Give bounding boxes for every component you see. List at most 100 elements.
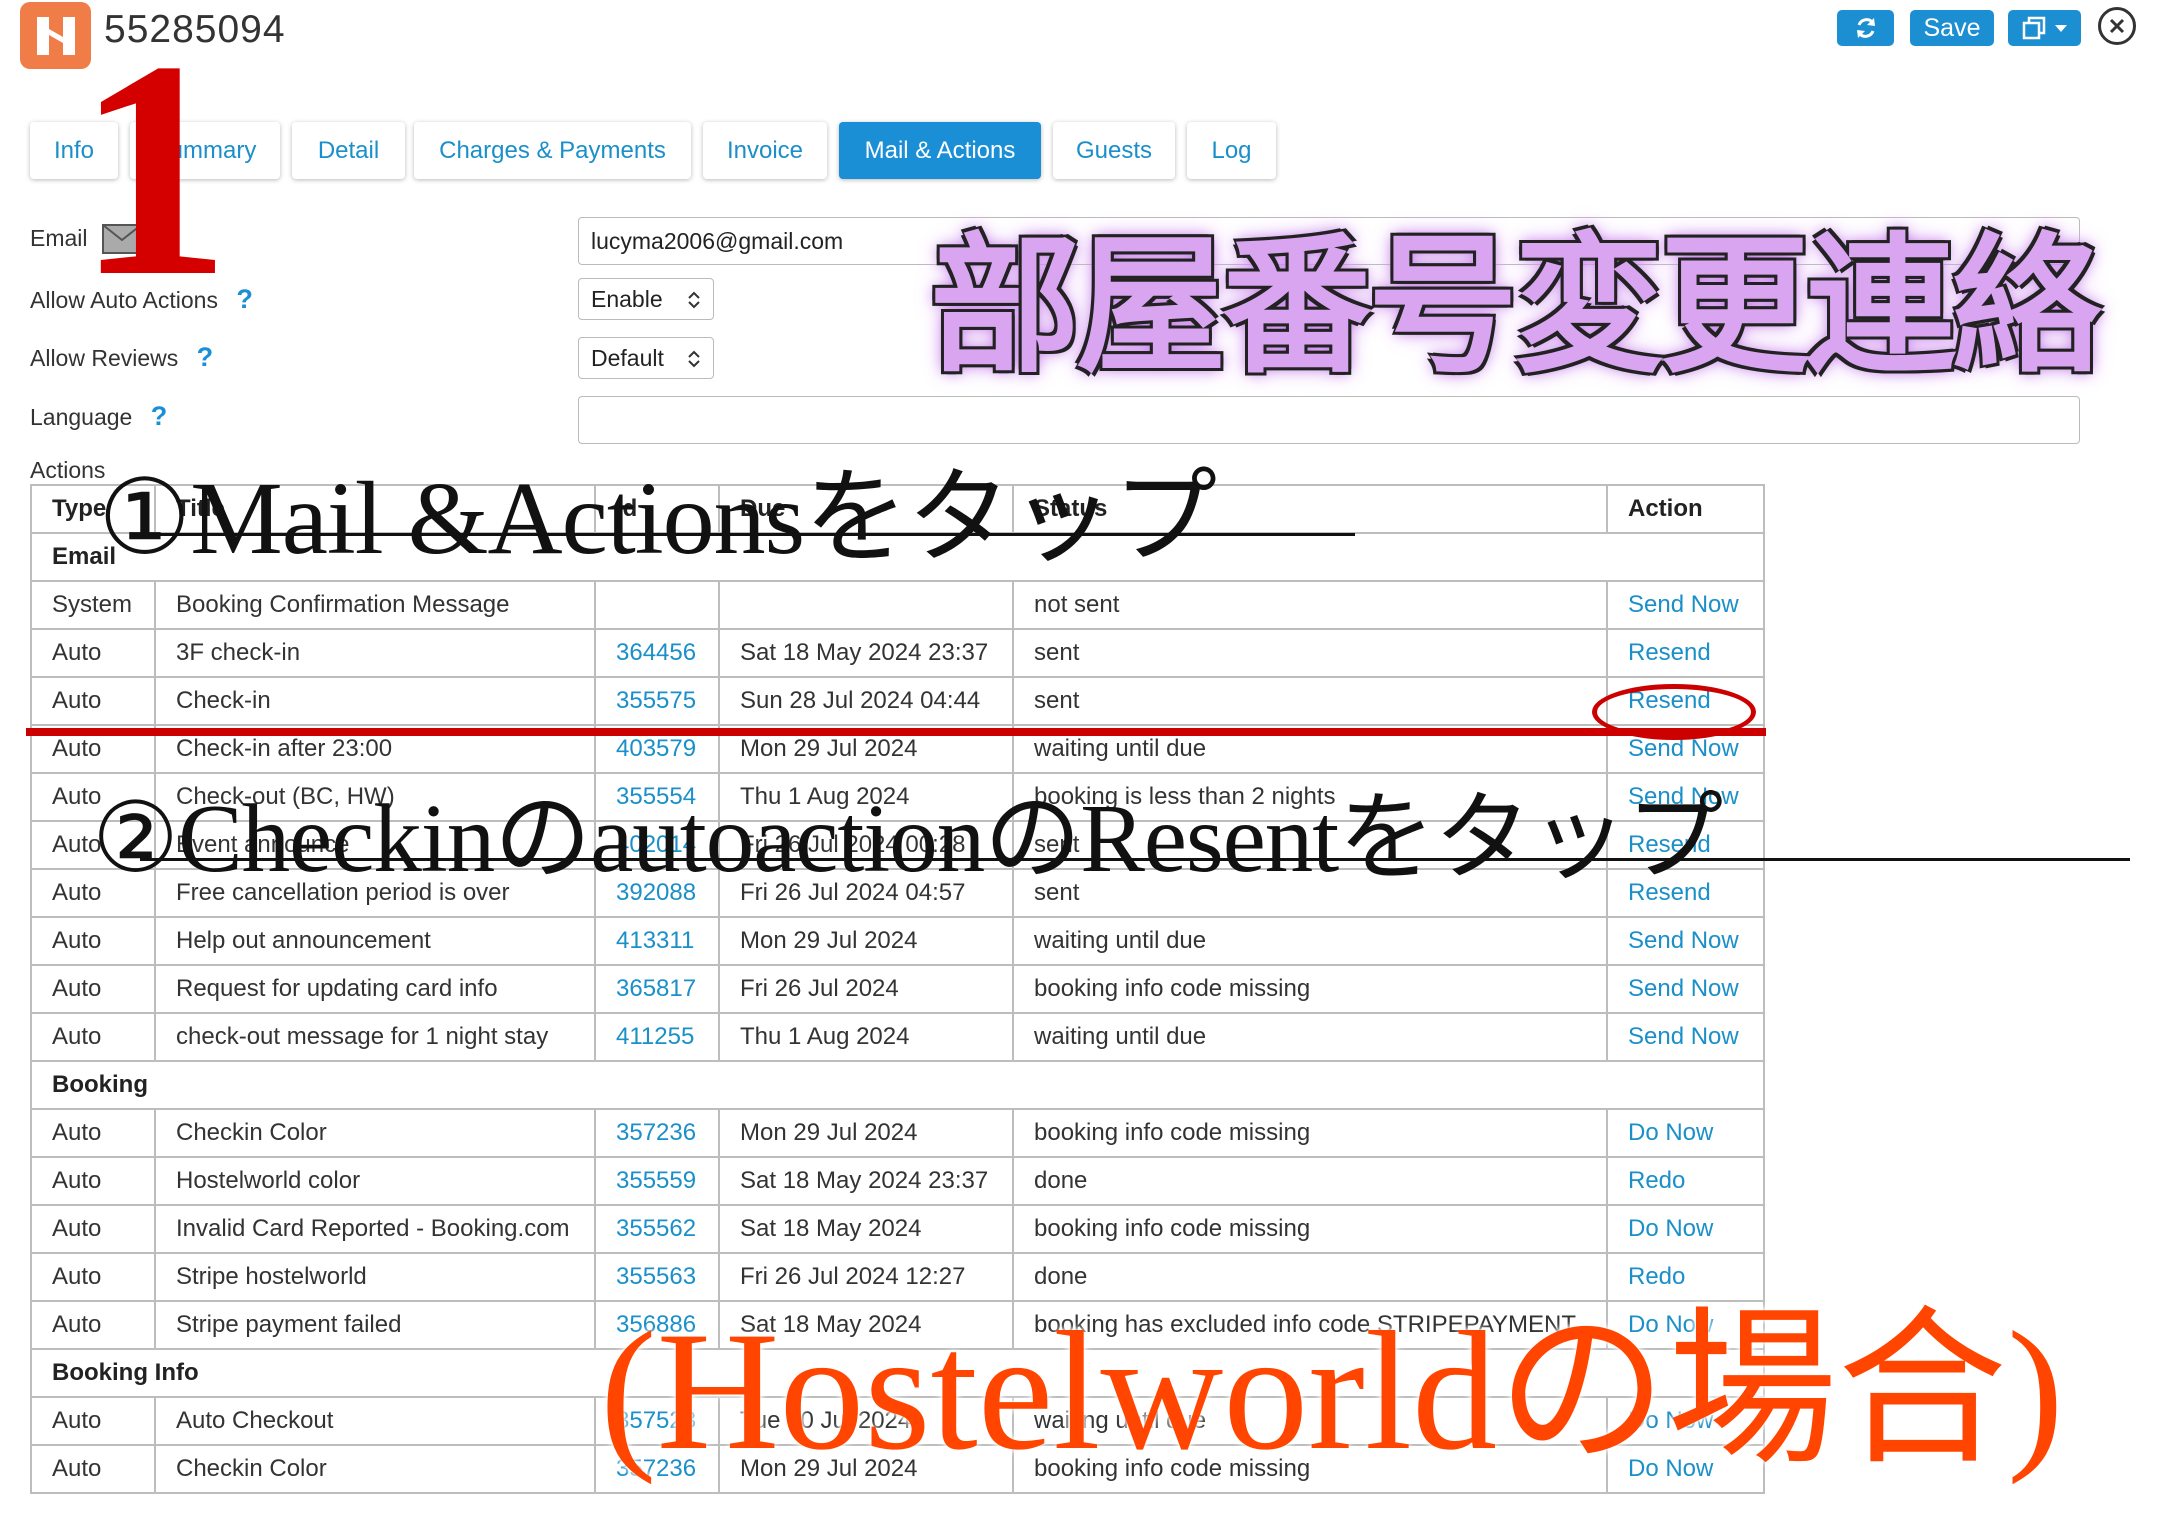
row-due [718, 580, 1014, 630]
tab-guests[interactable]: Guests [1053, 122, 1175, 179]
copy-icon [2022, 16, 2045, 40]
select-arrows-icon [688, 291, 700, 309]
row-due: Thu 1 Aug 2024 [718, 1012, 1014, 1062]
row-id-link[interactable]: 365817 [594, 964, 720, 1014]
row-status: waiting until due [1012, 1012, 1608, 1062]
row-action-link[interactable]: Redo [1606, 1156, 1765, 1206]
tab-charges-payments[interactable]: Charges & Payments [414, 122, 691, 179]
row-title: Auto Checkout [154, 1396, 596, 1446]
table-row: Auto Check-in 355575 Sun 28 Jul 2024 04:44 s… [30, 676, 1765, 726]
auto-actions-value: Enable [591, 285, 663, 312]
row-type: Auto [30, 1012, 156, 1062]
row-id-link[interactable]: 355559 [594, 1156, 720, 1206]
row-id-link[interactable]: 355563 [594, 1252, 720, 1302]
table-row: Auto Invalid Card Reported - Booking.com 3… [30, 1204, 1765, 1254]
copy-dropdown-button[interactable] [2008, 10, 2081, 46]
row-id-link[interactable]: 364456 [594, 628, 720, 678]
tab-invoice[interactable]: Invoice [703, 122, 827, 179]
row-id-link[interactable]: 355562 [594, 1204, 720, 1254]
close-icon [2109, 18, 2125, 34]
tab-detail[interactable]: Detail [292, 122, 405, 179]
row-due: Mon 29 Jul 2024 [718, 1108, 1014, 1158]
row-action-link[interactable]: Send Now [1606, 916, 1765, 966]
row-title: Request for updating card info [154, 964, 596, 1014]
row-status: waiting until due [1012, 916, 1608, 966]
row-action-link[interactable]: Do Now [1606, 1204, 1765, 1254]
row-id-link[interactable]: 357236 [594, 1108, 720, 1158]
hostelworld-note-annotation: (Hostelworldの場合) [600, 1297, 2064, 1485]
row-title: Help out announcement [154, 916, 596, 966]
row-type: Auto [30, 1204, 156, 1254]
row-type: Auto [30, 1108, 156, 1158]
table-row: Auto Checkin Color 357236 Mon 29 Jul 2024 bo… [30, 1108, 1765, 1158]
save-button[interactable]: Save [1910, 10, 1994, 46]
refresh-button[interactable] [1837, 10, 1894, 46]
row-type: Auto [30, 676, 156, 726]
row-due: Fri 26 Jul 2024 12:27 [718, 1252, 1014, 1302]
actions-label: Actions [30, 457, 106, 483]
row-id-link[interactable]: 355575 [594, 676, 720, 726]
tab-mail-actions[interactable]: Mail & Actions [839, 122, 1041, 179]
table-row: Auto Request for updating card info 365817… [30, 964, 1765, 1014]
row-title: Booking Confirmation Message [154, 580, 596, 630]
row-due: Sat 18 May 2024 [718, 1204, 1014, 1254]
row-status: booking info code missing [1012, 1108, 1608, 1158]
row-type: Auto [30, 1156, 156, 1206]
table-row: Auto 3F check-in 364456 Sat 18 May 2024 23:… [30, 628, 1765, 678]
row-status: done [1012, 1156, 1608, 1206]
step-number-annotation: 1 [76, 0, 231, 341]
row-status: done [1012, 1252, 1608, 1302]
step1-underline [140, 533, 1355, 536]
header-action: Action [1606, 484, 1765, 534]
step2-annotation: ②CheckinのautoactionのResentをタップ [92, 785, 1723, 892]
row-id-link[interactable]: 411255 [594, 1012, 720, 1062]
row-type: Auto [30, 628, 156, 678]
row-title: Check-in [154, 676, 596, 726]
close-button[interactable] [2098, 7, 2136, 45]
row-title: Checkin Color [154, 1108, 596, 1158]
reviews-value: Default [591, 344, 664, 371]
row-title: check-out message for 1 night stay [154, 1012, 596, 1062]
row-title: Stripe hostelworld [154, 1252, 596, 1302]
tab-log[interactable]: Log [1187, 122, 1276, 179]
language-help-icon[interactable]: ? [151, 401, 168, 431]
auto-actions-help-icon[interactable]: ? [236, 284, 253, 314]
row-status: sent [1012, 628, 1608, 678]
row-type: Auto [30, 1252, 156, 1302]
refresh-icon [1856, 18, 1875, 38]
row-action-link[interactable]: Send Now [1606, 1012, 1765, 1062]
row-action-link[interactable]: Resend [1606, 628, 1765, 678]
title-annotation: 部屋番号変更連絡 [930, 220, 2102, 394]
row-title: 3F check-in [154, 628, 596, 678]
allow-reviews-text: Allow Reviews [30, 345, 179, 371]
row-action-link[interactable]: Send Now [1606, 580, 1765, 630]
row-status: not sent [1012, 580, 1608, 630]
reviews-help-icon[interactable]: ? [197, 342, 214, 372]
row-status: booking info code missing [1012, 964, 1608, 1014]
row-action-link[interactable]: Do Now [1606, 1108, 1765, 1158]
row-due: Mon 29 Jul 2024 [718, 916, 1014, 966]
highlight-line [26, 728, 1766, 736]
section-row: Booking [30, 1060, 1765, 1110]
row-action-link[interactable]: Send Now [1606, 964, 1765, 1014]
row-id-link[interactable]: 413311 [594, 916, 720, 966]
reviews-select[interactable]: Default [578, 337, 714, 379]
language-text: Language [30, 404, 133, 430]
row-type: Auto [30, 964, 156, 1014]
row-type: Auto [30, 1444, 156, 1494]
caret-down-icon [2054, 25, 2067, 32]
auto-actions-select[interactable]: Enable [578, 278, 714, 320]
row-title: Checkin Color [154, 1444, 596, 1494]
row-title: Hostelworld color [154, 1156, 596, 1206]
row-type: System [30, 580, 156, 630]
table-row: Auto Help out announcement 413311 Mon 29 Ju… [30, 916, 1765, 966]
row-type: Auto [30, 916, 156, 966]
table-row: Auto check-out message for 1 night stay 41… [30, 1012, 1765, 1062]
table-row: System Booking Confirmation Message not se… [30, 580, 1765, 630]
row-due: Fri 26 Jul 2024 [718, 964, 1014, 1014]
row-due: Sat 18 May 2024 23:37 [718, 1156, 1014, 1206]
row-title: Stripe payment failed [154, 1300, 596, 1350]
row-action-link[interactable]: Redo [1606, 1252, 1765, 1302]
row-type: Auto [30, 1300, 156, 1350]
row-type: Auto [30, 1396, 156, 1446]
